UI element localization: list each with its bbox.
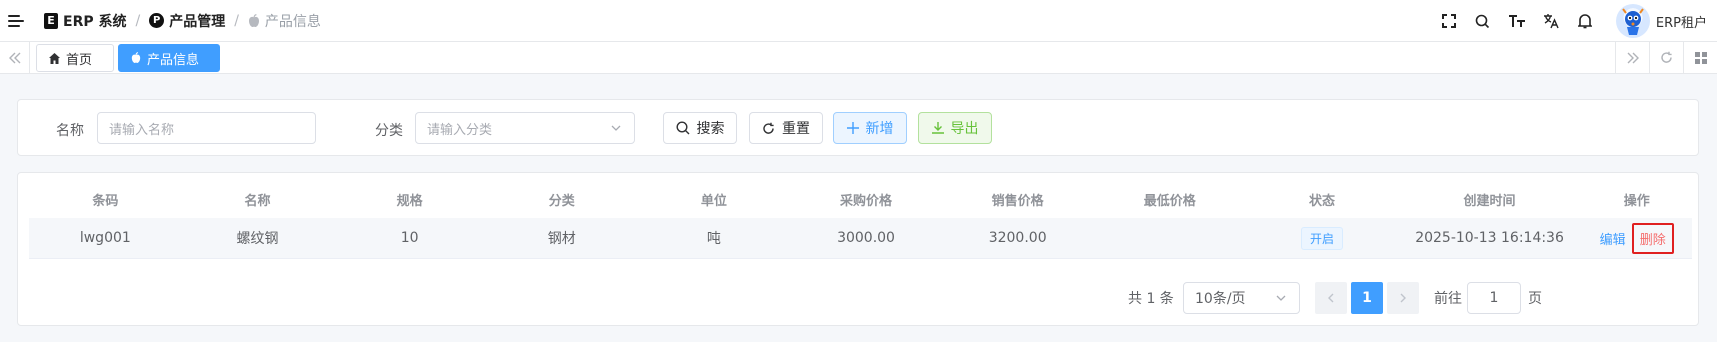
cell-unit: 吨	[706, 231, 721, 247]
search-icon	[675, 121, 689, 135]
breadcrumb-label: 产品信息	[264, 13, 321, 30]
table-row: lwg001 螺纹钢 10 钢材 吨 3000.00 3200.00 开启 20…	[29, 218, 1692, 259]
tab-label: 首页	[66, 52, 93, 68]
reset-button-label: 重置	[782, 121, 810, 137]
column-header: 分类	[548, 193, 575, 209]
column-header: 采购价格	[840, 193, 893, 209]
translate-icon[interactable]	[1534, 0, 1568, 42]
p-circle-icon: P	[149, 13, 165, 28]
search-button[interactable]: 搜索	[663, 112, 737, 144]
breadcrumb-separator: /	[135, 12, 141, 29]
cell-status: 开启	[1246, 226, 1398, 250]
category-select-placeholder: 请输入分类	[427, 122, 493, 138]
chevron-down-icon	[1276, 295, 1286, 301]
delete-link[interactable]: 删除	[1631, 222, 1674, 254]
home-icon	[49, 52, 60, 64]
tab-product-info[interactable]: 产品信息	[118, 44, 220, 72]
page-size-select[interactable]: 10条/页	[1183, 282, 1300, 314]
chevron-right-icon	[1400, 293, 1406, 303]
column-header: 最低价格	[1143, 193, 1196, 209]
breadcrumb-label: ERP 系统	[63, 13, 127, 30]
cell-category: 钢材	[547, 231, 576, 247]
add-button[interactable]: 新增	[833, 112, 907, 144]
page-suffix: 页	[1528, 291, 1542, 307]
fullscreen-icon[interactable]	[1432, 0, 1466, 42]
tenant-name[interactable]: ERP租户	[1656, 12, 1707, 31]
chevron-left-icon	[1328, 293, 1334, 303]
breadcrumb-item-product-info: 产品信息	[248, 11, 321, 31]
search-icon[interactable]	[1466, 0, 1500, 42]
download-icon	[931, 122, 944, 134]
column-header: 状态	[1308, 193, 1335, 209]
tabs-scroll-right-icon[interactable]	[1615, 42, 1649, 73]
avatar[interactable]	[1615, 4, 1650, 38]
refresh-icon	[763, 122, 774, 134]
top-header: E ERP 系统 / P 产品管理 / 产品信息 ERP租户	[0, 0, 1717, 42]
tabs-bar: 首页 产品信息	[0, 42, 1717, 74]
goto-label: 前往	[1434, 291, 1462, 307]
add-button-label: 新增	[865, 121, 894, 137]
font-size-icon[interactable]	[1500, 0, 1534, 42]
breadcrumb-label: 产品管理	[169, 13, 226, 30]
chevron-down-icon	[611, 125, 621, 131]
edit-link[interactable]: 编辑	[1600, 229, 1626, 248]
cell-purchase-price: 3000.00	[837, 230, 895, 246]
cell-sale-price: 3200.00	[988, 230, 1047, 246]
cell-spec: 10	[400, 230, 419, 246]
breadcrumb-separator: /	[234, 12, 239, 29]
export-button-label: 导出	[950, 121, 979, 137]
bell-icon[interactable]	[1568, 0, 1602, 42]
column-header: 名称	[244, 193, 271, 209]
prev-page-button[interactable]	[1315, 282, 1347, 314]
header-tools: ERP租户	[1432, 0, 1717, 42]
next-page-button[interactable]	[1387, 282, 1419, 314]
category-label: 分类	[375, 123, 403, 139]
cell-name: 螺纹钢	[236, 231, 279, 247]
pagination-total: 共 1 条	[1128, 291, 1174, 307]
goto-page-input[interactable]: 1	[1467, 282, 1521, 314]
column-header: 创建时间	[1463, 193, 1516, 209]
cell-created-at: 2025-10-13 16:14:36	[1415, 230, 1564, 246]
search-button-label: 搜索	[696, 121, 725, 137]
name-label: 名称	[56, 123, 84, 139]
grid-menu-icon[interactable]	[1683, 42, 1717, 73]
cell-actions: 编辑 删除	[1581, 222, 1692, 254]
refresh-icon[interactable]	[1649, 42, 1683, 73]
status-badge: 开启	[1300, 226, 1343, 250]
cell-barcode: lwg001	[79, 230, 131, 246]
tab-home[interactable]: 首页	[36, 44, 114, 72]
column-header: 规格	[396, 193, 423, 209]
name-input[interactable]: 请输入名称	[97, 112, 316, 144]
plus-icon	[846, 122, 859, 134]
breadcrumb-item-product-management[interactable]: P 产品管理	[149, 11, 225, 31]
column-header: 单位	[700, 193, 727, 209]
tab-label: 产品信息	[147, 52, 200, 68]
breadcrumb-item-erp[interactable]: E ERP 系统	[44, 11, 126, 31]
search-form: 名称 请输入名称 分类 请输入分类 搜索 重置 新增 导出	[17, 99, 1699, 156]
column-header: 操作	[1623, 193, 1650, 209]
table-header: 条码 名称 规格 分类 单位 采购价格 销售价格 最低价格 状态 创建时间 操作	[29, 183, 1692, 215]
page-number-current[interactable]: 1	[1351, 282, 1383, 314]
breadcrumb: E ERP 系统 / P 产品管理 / 产品信息	[44, 11, 321, 31]
apple-icon	[248, 13, 259, 27]
page-size-value: 10条/页	[1195, 291, 1246, 307]
column-header: 销售价格	[991, 193, 1044, 209]
reset-button[interactable]: 重置	[749, 112, 823, 144]
category-select[interactable]: 请输入分类	[415, 112, 635, 144]
erp-logo-icon: E	[44, 12, 58, 29]
column-header: 条码	[92, 193, 119, 209]
name-input-placeholder: 请输入名称	[109, 122, 175, 138]
hamburger-menu-icon[interactable]	[8, 14, 24, 27]
tabs-scroll-left-icon[interactable]	[0, 42, 30, 73]
apple-icon	[131, 52, 141, 63]
export-button[interactable]: 导出	[918, 112, 992, 144]
